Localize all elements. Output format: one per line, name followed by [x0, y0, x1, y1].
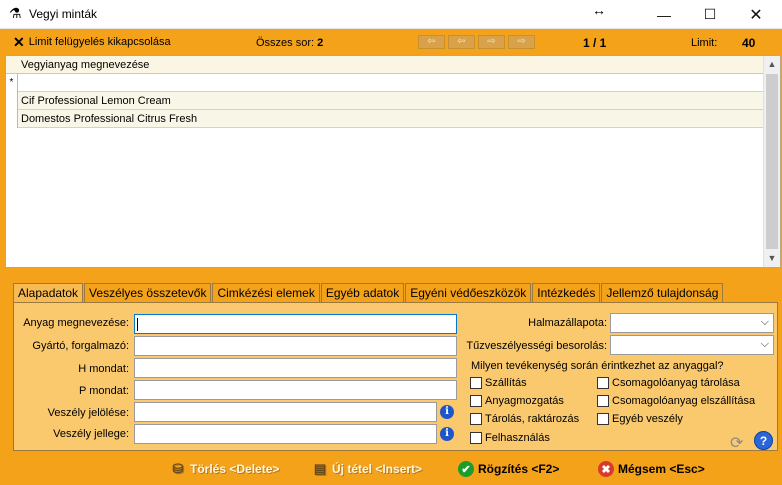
nav-next-button[interactable]: ⇨ [478, 35, 505, 49]
anyag-label: Anyag megnevezése: [23, 317, 129, 329]
tab-alapadatok[interactable]: Alapadatok [13, 283, 84, 303]
scroll-thumb[interactable] [766, 74, 778, 249]
table-row[interactable]: Cif Professional Lemon Cream [6, 92, 763, 110]
app-icon: ⚗ [9, 5, 22, 21]
tab-cimkezesi-elemek[interactable]: Cimkézési elemek [212, 283, 320, 302]
refresh-icon[interactable]: ⟳ [730, 433, 743, 453]
gyarto-input[interactable] [134, 336, 457, 356]
checkbox-box[interactable] [597, 377, 609, 389]
checkbox-felhasznalas[interactable]: Felhasználás [470, 432, 550, 444]
checkbox-csomagoloanyag-elszallitasa[interactable]: Csomagolóanyag elszállítása [597, 395, 755, 407]
veszely-jellege-input[interactable] [134, 424, 437, 444]
checkbox-tarolas[interactable]: Tárolás, raktározás [470, 413, 579, 425]
tab-jellemzo-tulajdonsag[interactable]: Jellemző tulajdonság [601, 283, 724, 302]
new-document-icon: ▤ [313, 461, 327, 476]
pager-nav: ⇦ ⇦ ⇨ ⇨ [418, 35, 535, 49]
new-row[interactable]: * [6, 74, 763, 92]
h-mondat-input[interactable] [134, 358, 457, 378]
total-rows: Összes sor: 2 [256, 37, 323, 49]
table-cell: Domestos Professional Citrus Fresh [21, 113, 198, 125]
tab-egyeb-adatok[interactable]: Egyéb adatok [320, 283, 405, 302]
close-button[interactable]: ✕ [733, 0, 779, 29]
checkbox-anyagmozgatas[interactable]: Anyagmozgatás [470, 395, 564, 407]
tab-veszelyes-osszetevok[interactable]: Veszélyes összetevők [84, 283, 212, 302]
row-indicator [6, 92, 18, 110]
grid-header[interactable]: Vegyianyag megnevezése [6, 56, 763, 74]
detail-tabs: Alapadatok Veszélyes összetevők Cimkézés… [13, 283, 724, 303]
halmazallapot-select[interactable]: ⌵ [610, 313, 774, 333]
title-bar: ⚗ Vegyi minták ↔ — ☐ ✕ [0, 0, 782, 29]
check-icon: ✔ [458, 461, 474, 477]
main-frame: ✕ Limit felügyelés kikapcsolása Összes s… [0, 29, 782, 485]
close-x-icon: ✕ [13, 34, 25, 50]
limit-toggle-button[interactable]: ✕ Limit felügyelés kikapcsolása [5, 35, 171, 49]
checkbox-box[interactable] [470, 432, 482, 444]
save-button[interactable]: ✔ Rögzítés <F2> [458, 461, 559, 477]
veszely-jelolese-input[interactable] [134, 402, 437, 422]
delete-button[interactable]: ⛁ Törlés <Delete> [170, 461, 280, 477]
veszely-jellege-label: Veszély jellege: [53, 428, 129, 440]
halmazallapot-label: Halmazállapota: [528, 317, 607, 329]
checkbox-box[interactable] [597, 395, 609, 407]
new-row-marker: * [6, 74, 18, 92]
activity-question: Milyen tevékenység során érintkezhet az … [471, 360, 724, 372]
table-cell: Cif Professional Lemon Cream [21, 95, 171, 107]
checkbox-box[interactable] [470, 377, 482, 389]
info-icon[interactable]: i [440, 405, 454, 419]
nav-prev-button[interactable]: ⇦ [448, 35, 475, 49]
p-mondat-label: P mondat: [79, 385, 129, 397]
window-title: Vegyi minták [29, 7, 98, 21]
tuzveszely-select[interactable]: ⌵ [610, 335, 774, 355]
h-mondat-label: H mondat: [78, 363, 129, 375]
nav-last-button[interactable]: ⇨ [508, 35, 535, 49]
checkbox-box[interactable] [597, 413, 609, 425]
limit-toggle-label: Limit felügyelés kikapcsolása [28, 36, 171, 48]
maximize-button[interactable]: ☐ [687, 0, 733, 29]
total-rows-value: 2 [317, 37, 324, 49]
grid-toolbar: ✕ Limit felügyelés kikapcsolása Összes s… [5, 33, 781, 53]
total-rows-label: Összes sor: [256, 37, 315, 49]
action-bar: ⛁ Törlés <Delete> ▤ Új tétel <Insert> ✔ … [0, 452, 782, 485]
data-grid: Vegyianyag megnevezése * Cif Professiona… [5, 55, 781, 268]
checkbox-box[interactable] [470, 413, 482, 425]
info-icon[interactable]: i [440, 427, 454, 441]
checkbox-egyeb-veszely[interactable]: Egyéb veszély [597, 413, 683, 425]
trash-icon: ⛁ [172, 461, 184, 476]
page-indicator: 1 / 1 [583, 36, 607, 50]
cancel-button[interactable]: ✖ Mégsem <Esc> [598, 461, 705, 477]
limit-value: 40 [742, 36, 756, 50]
scroll-down-icon[interactable]: ▼ [764, 250, 780, 267]
nav-first-button[interactable]: ⇦ [418, 35, 445, 49]
form-panel: Anyag megnevezése: Gyártó, forgalmazó: H… [13, 302, 778, 451]
help-button[interactable]: ? [754, 431, 773, 450]
text-caret [137, 318, 138, 331]
checkbox-szallitas[interactable]: Szállítás [470, 377, 527, 389]
vertical-scrollbar[interactable]: ▲ ▼ [763, 56, 780, 267]
minimize-button[interactable]: — [641, 0, 687, 29]
new-item-button[interactable]: ▤ Új tétel <Insert> [312, 461, 422, 477]
tab-intezkedes[interactable]: Intézkedés [532, 283, 601, 302]
limit-label: Limit: [691, 37, 718, 49]
tuzveszely-label: Tűzveszélyességi besorolás: [466, 340, 607, 352]
tab-egyeni-vedoeszkozok[interactable]: Egyéni védőeszközök [405, 283, 532, 302]
gyarto-label: Gyártó, forgalmazó: [32, 340, 129, 352]
veszely-jelolese-label: Veszély jelölése: [47, 407, 129, 419]
chevron-down-icon: ⌵ [760, 316, 769, 328]
column-header-name: Vegyianyag megnevezése [21, 59, 150, 71]
checkbox-csomagoloanyag-tarolasa[interactable]: Csomagolóanyag tárolása [597, 377, 740, 389]
checkbox-box[interactable] [470, 395, 482, 407]
scroll-up-icon[interactable]: ▲ [764, 56, 780, 73]
chevron-down-icon: ⌵ [760, 338, 769, 350]
resize-icon: ↔ [592, 2, 606, 18]
table-row[interactable]: Domestos Professional Citrus Fresh [6, 110, 763, 128]
row-indicator [6, 110, 18, 128]
p-mondat-input[interactable] [134, 380, 457, 400]
cancel-icon: ✖ [598, 461, 614, 477]
anyag-input[interactable] [134, 314, 457, 334]
